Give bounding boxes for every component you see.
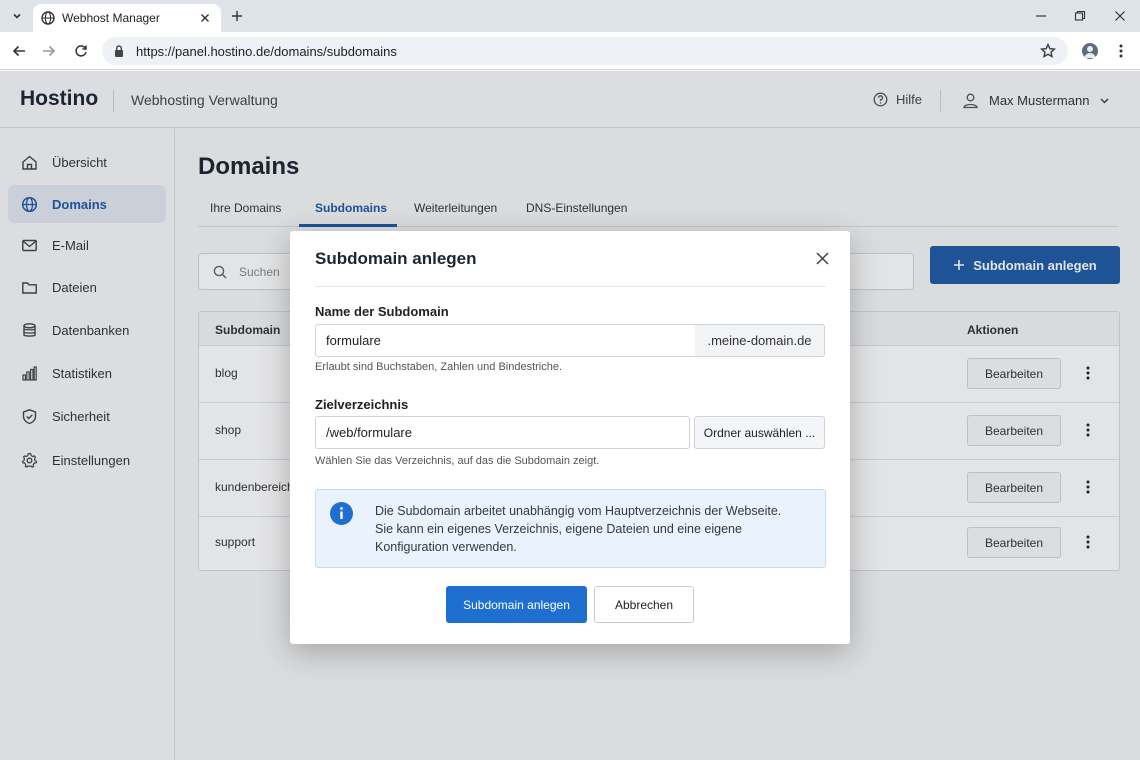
- url-text: https://panel.hostino.de/domains/subdoma…: [136, 43, 397, 59]
- browser-toolbar: https://panel.hostino.de/domains/subdoma…: [0, 32, 1140, 70]
- back-arrow-icon[interactable]: [10, 42, 28, 60]
- reload-icon[interactable]: [72, 42, 90, 60]
- window-close-icon[interactable]: [1112, 8, 1128, 24]
- tab-search-chevron-icon[interactable]: [6, 5, 28, 27]
- create-subdomain-button[interactable]: Subdomain anlegen: [446, 586, 587, 623]
- lock-icon: [115, 45, 123, 57]
- browser-menu-icon[interactable]: [1114, 42, 1128, 60]
- new-tab-plus-icon[interactable]: [228, 7, 246, 25]
- subdomain-name-field[interactable]: [315, 324, 696, 357]
- target-directory-label: Zielverzeichnis: [315, 397, 409, 412]
- target-directory-field[interactable]: [315, 416, 690, 449]
- dialog-title: Subdomain anlegen: [315, 249, 477, 268]
- profile-avatar-icon[interactable]: [1082, 43, 1098, 59]
- domain-suffix: .meine-domain.de: [695, 324, 825, 357]
- subdomain-name-label: Name der Subdomain: [315, 304, 449, 319]
- forward-arrow-icon[interactable]: [40, 42, 58, 60]
- minimize-icon[interactable]: [1033, 8, 1049, 24]
- close-icon[interactable]: [813, 249, 831, 267]
- browser-tab[interactable]: Webhost Manager: [33, 4, 221, 32]
- address-bar[interactable]: https://panel.hostino.de/domains/subdoma…: [102, 37, 1068, 65]
- dialog-divider: [315, 286, 826, 287]
- info-box: Die Subdomain arbeitet unabhängig vom Ha…: [315, 489, 826, 568]
- info-text: Die Subdomain arbeitet unabhängig vom Ha…: [375, 502, 815, 556]
- bookmark-star-icon[interactable]: [1040, 43, 1056, 59]
- cancel-button[interactable]: Abbrechen: [594, 586, 694, 623]
- restore-icon[interactable]: [1072, 8, 1088, 24]
- info-line-2: Sie kann ein eigenes Verzeichnis, eigene…: [375, 522, 742, 554]
- info-icon: [330, 502, 353, 525]
- info-line-1: Die Subdomain arbeitet unabhängig vom Ha…: [375, 504, 782, 518]
- target-directory-hint: Wählen Sie das Verzeichnis, auf das die …: [315, 455, 600, 467]
- create-subdomain-dialog: Subdomain anlegen Name der Subdomain .me…: [290, 231, 850, 644]
- tab-close-icon[interactable]: [197, 10, 213, 26]
- tab-title: Webhost Manager: [62, 11, 160, 25]
- subdomain-name-hint: Erlaubt sind Buchstaben, Zahlen und Bind…: [315, 361, 563, 373]
- browser-tabbar: Webhost Manager: [0, 0, 1140, 32]
- browse-folder-button[interactable]: Ordner auswählen ...: [694, 416, 825, 449]
- globe-favicon-icon: [41, 11, 55, 25]
